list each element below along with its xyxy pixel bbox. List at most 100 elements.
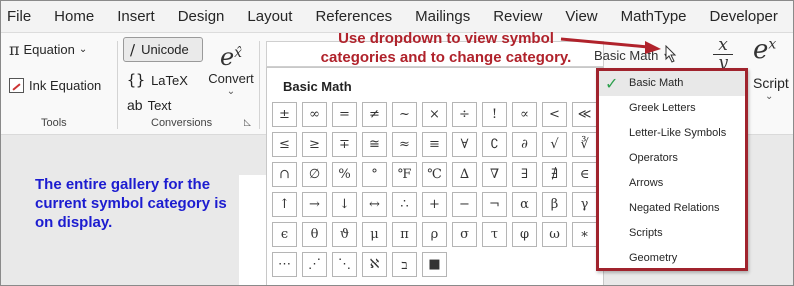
gallery-annotation: The entire gallery for the current symbo… [35,176,227,231]
symbol-button[interactable]: ¬ [482,192,507,217]
text-icon: ab [127,97,143,113]
category-option[interactable]: Geometry [599,245,745,270]
tools-group: π Equation ⌄ Ink Equation [9,39,113,129]
menu-item-references[interactable]: References [315,8,392,25]
dropdown-annotation: Use dropdown to view symbol categories a… [320,30,572,66]
equation-label: Equation [23,41,75,57]
symbol-button[interactable]: φ [512,222,537,247]
symbol-button[interactable]: ° [362,162,387,187]
symbol-button[interactable]: ≤ [272,132,297,157]
chevron-down-icon: ⌄ [765,91,774,102]
category-option[interactable]: ✓ Basic Math [599,71,745,96]
category-dropdown[interactable]: Basic Math ▼ [594,48,671,63]
menu-item-mathtype[interactable]: MathType [621,8,687,25]
menu-item-insert[interactable]: Insert [117,8,155,25]
category-option-label: Basic Math [629,77,684,90]
symbol-button[interactable]: ≥ [302,132,327,157]
symbol-button[interactable]: ↔ [362,192,387,217]
symbol-button[interactable]: ∅ [302,162,327,187]
symbol-button[interactable]: ϵ [272,222,297,247]
symbol-button[interactable]: ∓ [332,132,357,157]
symbol-button[interactable]: + [422,192,447,217]
symbol-button[interactable]: ℵ [362,252,387,277]
symbol-button[interactable]: γ [572,192,597,217]
symbol-button[interactable]: ~ [392,102,417,127]
symbol-button[interactable]: ! [482,102,507,127]
symbol-button[interactable]: σ [452,222,477,247]
category-option[interactable]: Greek Letters [599,96,745,121]
symbol-button[interactable]: ∄ [542,162,567,187]
symbol-button[interactable]: ∛ [572,132,597,157]
equation-button[interactable]: π Equation ⌄ [9,39,113,59]
symbol-button[interactable]: μ [362,222,387,247]
menu-item-mailings[interactable]: Mailings [415,8,470,25]
symbol-button[interactable]: ↓ [332,192,357,217]
menu-item-view[interactable]: View [565,8,597,25]
category-option[interactable]: Operators [599,146,745,171]
symbol-button[interactable]: ∀ [452,132,477,157]
category-option[interactable]: Negated Relations [599,195,745,220]
symbol-button[interactable]: ∂ [512,132,537,157]
category-option[interactable]: Letter-Like Symbols [599,121,745,146]
symbol-button[interactable]: ∃ [512,162,537,187]
symbol-button[interactable]: = [332,102,357,127]
symbol-button[interactable]: ∞ [302,102,327,127]
latex-toggle[interactable]: {} LaTeX [127,71,188,89]
symbol-button[interactable]: ∩ [272,162,297,187]
category-option-label: Operators [629,152,678,165]
convert-button[interactable]: ex̂ Convert ⌄ [206,43,256,97]
symbol-button[interactable]: √ [542,132,567,157]
symbol-button[interactable]: ∝ [512,102,537,127]
symbol-button[interactable]: ∗ [572,222,597,247]
symbol-button[interactable]: × [422,102,447,127]
symbol-button[interactable]: ≡ [422,132,447,157]
symbol-button[interactable]: ϑ [332,222,357,247]
symbol-button[interactable]: ∆ [452,162,477,187]
unicode-toggle[interactable]: ∕ Unicode [123,37,203,62]
symbol-button[interactable]: ∈ [572,162,597,187]
symbol-button[interactable]: ω [542,222,567,247]
symbol-button[interactable]: ↑ [272,192,297,217]
symbol-button[interactable]: ∇ [482,162,507,187]
dialog-launcher-icon[interactable]: ◺ [244,117,251,128]
symbol-button[interactable]: < [542,102,567,127]
menu-item-file[interactable]: File [7,8,31,25]
category-option[interactable]: Arrows [599,171,745,196]
script-icon[interactable]: ex [753,35,776,65]
symbol-button[interactable]: ≅ [362,132,387,157]
symbol-button[interactable]: ℃ [422,162,447,187]
symbol-button[interactable]: ≠ [362,102,387,127]
symbol-button[interactable]: ∴ [392,192,417,217]
category-option[interactable]: Scripts [599,220,745,245]
fraction-button[interactable]: x y [713,37,733,72]
symbol-button[interactable]: ℉ [392,162,417,187]
menu-item-design[interactable]: Design [178,8,225,25]
symbol-button[interactable]: ± [272,102,297,127]
symbol-button[interactable]: % [332,162,357,187]
symbol-button[interactable]: θ [302,222,327,247]
text-toggle[interactable]: ab Text [127,97,171,113]
ink-equation-button[interactable]: Ink Equation [9,75,113,95]
menu-item-home[interactable]: Home [54,8,94,25]
symbol-button[interactable]: ÷ [452,102,477,127]
symbol-button[interactable]: β [542,192,567,217]
symbol-button[interactable]: ≈ [392,132,417,157]
symbol-button[interactable]: ■ [422,252,447,277]
symbol-button[interactable]: ⋱ [332,252,357,277]
checkmark-icon: ✓ [605,76,619,93]
symbol-button[interactable]: τ [482,222,507,247]
menu-item-review[interactable]: Review [493,8,542,25]
symbol-button[interactable]: ⋰ [302,252,327,277]
symbol-button[interactable]: ≪ [572,102,597,127]
symbol-button[interactable]: ρ [422,222,447,247]
menu-item-developer[interactable]: Developer [710,8,778,25]
symbol-button[interactable]: → [302,192,327,217]
symbol-button[interactable]: ⋯ [272,252,297,277]
symbol-button[interactable]: − [452,192,477,217]
symbol-button[interactable]: α [512,192,537,217]
category-option-label: Arrows [629,177,664,189]
symbol-button[interactable]: π [392,222,417,247]
symbol-button[interactable]: ב [392,252,417,277]
symbol-button[interactable]: ∁ [482,132,507,157]
menu-item-layout[interactable]: Layout [247,8,292,25]
